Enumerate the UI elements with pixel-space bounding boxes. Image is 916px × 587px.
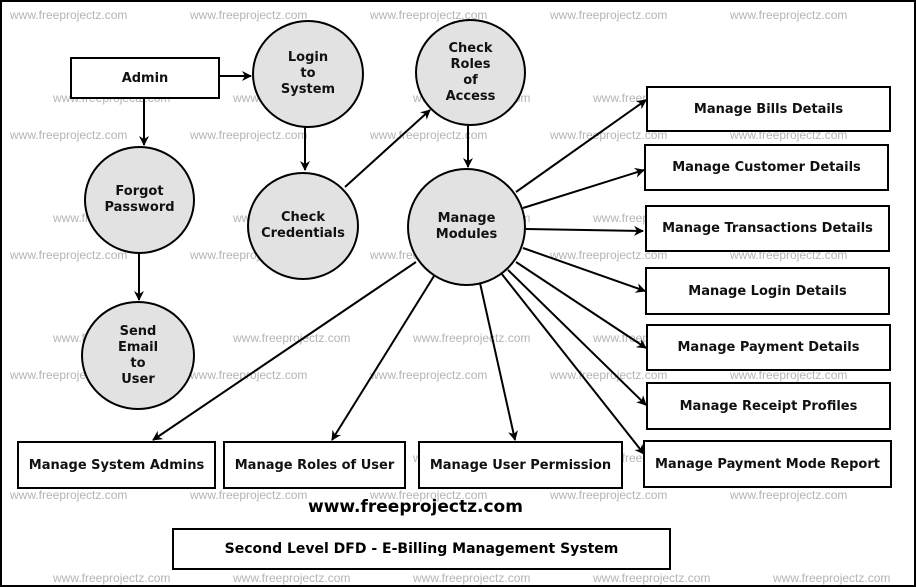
flow-modules-receipt [507, 269, 647, 406]
process-label: Check Roles of Access [445, 40, 496, 104]
process-label: Send Email to User [117, 323, 159, 387]
flow-modules-bills [515, 99, 647, 193]
store-manage-user-permission[interactable]: Manage User Permission [418, 441, 623, 489]
diagram-title: Second Level DFD - E-Billing Management … [172, 528, 671, 570]
process-label: Forgot Password [104, 184, 175, 215]
store-manage-system-admins[interactable]: Manage System Admins [17, 441, 216, 489]
process-label: Login to System [280, 50, 336, 97]
process-manage-modules[interactable]: Manage Modules [407, 168, 526, 286]
store-manage-payment-mode-report[interactable]: Manage Payment Mode Report [643, 440, 892, 488]
flow-modules-login [522, 247, 646, 293]
process-label: Manage Modules [435, 211, 498, 242]
process-label: Check Credentials [261, 210, 345, 241]
process-forgot-password[interactable]: Forgot Password [84, 146, 195, 254]
store-manage-roles-of-user[interactable]: Manage Roles of User [223, 441, 406, 489]
process-login-to-system[interactable]: Login to System [252, 20, 364, 128]
store-manage-login-details[interactable]: Manage Login Details [645, 267, 890, 315]
process-send-email-to-user[interactable]: Send Email to User [81, 301, 195, 410]
external-entity-admin[interactable]: Admin [70, 57, 220, 99]
diagram-title-text: Second Level DFD - E-Billing Management … [224, 541, 619, 557]
flow-modules-payment [515, 261, 647, 349]
process-check-roles-of-access[interactable]: Check Roles of Access [415, 19, 526, 126]
store-manage-bills-details[interactable]: Manage Bills Details [646, 86, 891, 132]
flow-modules-roles [331, 275, 435, 441]
site-url: www.freeprojectz.com [308, 497, 523, 517]
flow-modules-permission [479, 282, 518, 441]
store-manage-transactions-details[interactable]: Manage Transactions Details [645, 205, 890, 252]
process-check-credentials[interactable]: Check Credentials [247, 172, 359, 280]
flow-modules-transactions [525, 225, 644, 236]
store-manage-receipt-profiles[interactable]: Manage Receipt Profiles [646, 382, 891, 430]
flow-credentials-roles [344, 109, 431, 188]
store-manage-customer-details[interactable]: Manage Customer Details [644, 144, 889, 191]
store-manage-payment-details[interactable]: Manage Payment Details [646, 324, 891, 371]
flow-modules-customer [522, 167, 645, 209]
